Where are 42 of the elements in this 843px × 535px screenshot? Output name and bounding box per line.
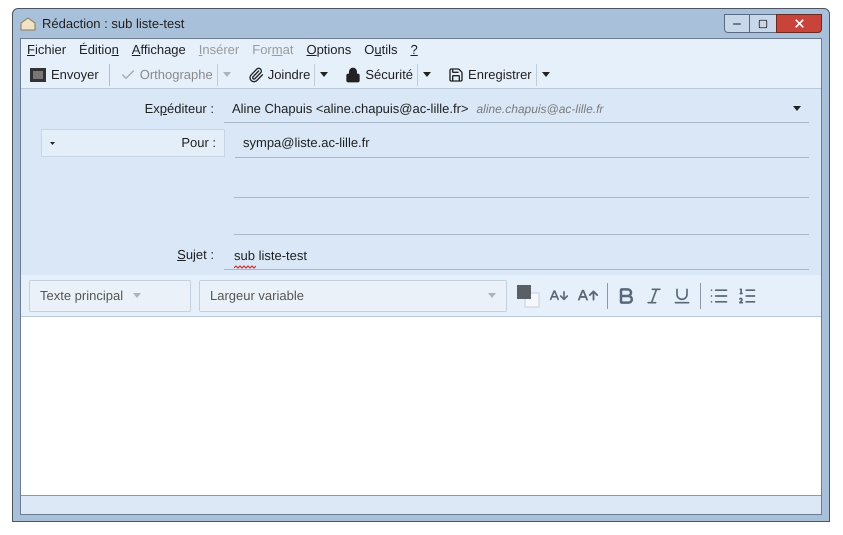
paperclip-icon [248,66,264,82]
menu-item[interactable]: Outils [364,40,398,60]
caret-icon [50,142,55,144]
close-icon [792,17,806,30]
sender-field[interactable]: Aline Chapuis <aline.chapuis@ac-lille.fr> aline.chapuis@ac-lille.fr [224,95,809,123]
recipient-field[interactable]: sympa@liste.ac-lille.fr [235,128,809,158]
caret-icon [793,106,801,111]
toolbar-button[interactable]: Joindre [244,62,314,86]
numbered-list-icon[interactable] [737,286,757,306]
text-color-icon [515,282,541,308]
close-button[interactable] [776,14,822,33]
caret-icon [488,293,496,298]
field-label: Expéditeur : [144,101,214,116]
field-label: Sujet : [177,247,214,262]
menu-item[interactable]: Fichier [27,40,66,60]
lock-icon [345,66,362,82]
caret-icon [423,72,432,77]
sender-value: Aline Chapuis <aline.chapuis@ac-lille.fr> [232,100,468,118]
toolbar-button[interactable]: Envoyer [25,62,103,86]
subject-value: sub liste-test [234,248,307,262]
menu-item[interactable]: Affichage [132,40,186,60]
caret-icon [542,72,550,77]
toolbar-button[interactable]: Enregistrer [444,62,536,86]
menu-item[interactable]: Options [306,40,352,60]
underline-icon[interactable] [672,286,692,306]
send-icon [29,66,47,82]
recipient-type-button[interactable]: Pour : [41,129,225,157]
caret-icon [222,72,231,77]
caret-icon [133,293,142,298]
save-icon [448,66,464,82]
menu-item[interactable]: Édition [79,40,119,60]
minimize-button[interactable] [724,14,750,33]
window-title: Rédaction : sub liste-test [42,14,184,33]
toolbar-button[interactable]: Sécurité [341,62,418,86]
caret-icon [320,72,328,77]
maximize-button[interactable] [750,14,776,33]
paragraph-dropdown[interactable]: Texte principal [29,280,191,312]
font-dropdown[interactable]: Largeur variable [199,280,507,312]
menu-item[interactable]: ? [410,40,418,60]
subject-field[interactable]: sub liste-test [224,240,809,270]
sender-hint: aline.chapuis@ac-lille.fr [476,100,604,118]
maximize-icon [758,18,768,28]
